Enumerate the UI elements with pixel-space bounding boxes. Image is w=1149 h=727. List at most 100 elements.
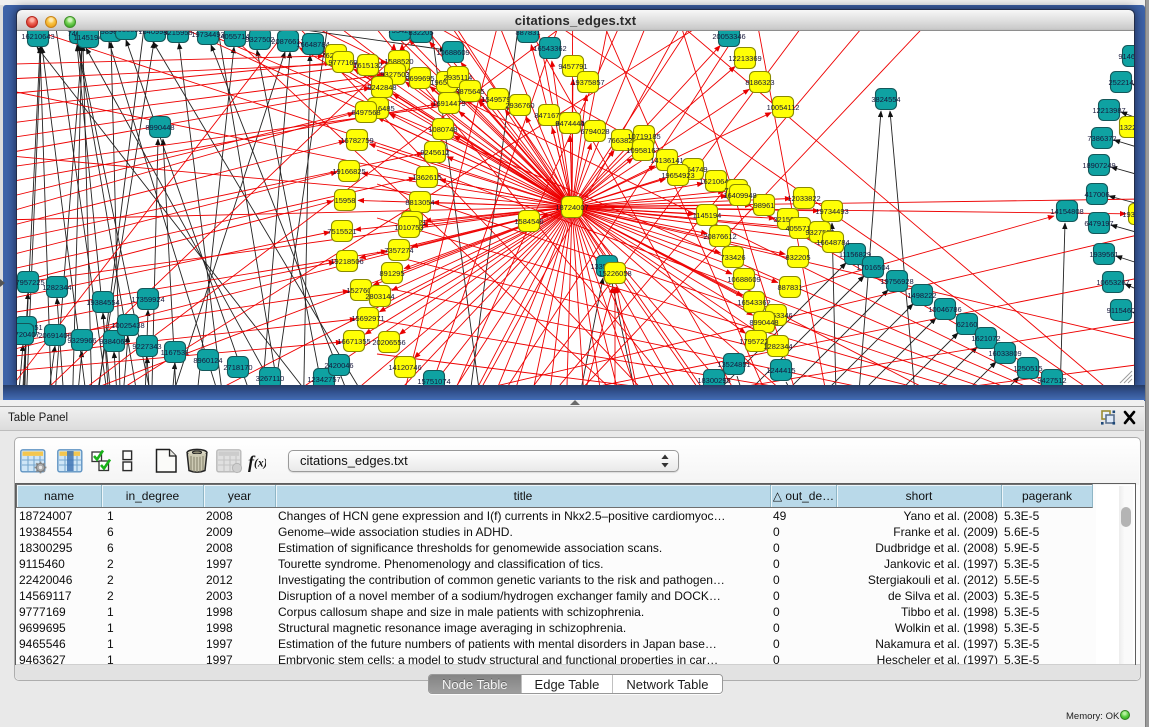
svg-text:9384067: 9384067 bbox=[99, 337, 128, 346]
svg-text:8186323: 8186323 bbox=[745, 78, 774, 87]
svg-text:19384554: 19384554 bbox=[1122, 210, 1134, 219]
svg-text:1282344: 1282344 bbox=[763, 342, 792, 351]
svg-text:7515521: 7515521 bbox=[327, 227, 356, 236]
svg-text:1282344: 1282344 bbox=[42, 283, 71, 292]
svg-text:3215958: 3215958 bbox=[163, 31, 192, 37]
svg-text:12213987: 12213987 bbox=[1092, 106, 1125, 115]
svg-text:16671355: 16671355 bbox=[337, 337, 370, 346]
svg-text:1362615: 1362615 bbox=[412, 173, 441, 182]
svg-text:16543362: 16543362 bbox=[737, 298, 770, 307]
svg-text:10958167: 10958167 bbox=[626, 146, 659, 155]
svg-text:8990448: 8990448 bbox=[749, 318, 778, 327]
svg-text:8960124: 8960124 bbox=[193, 356, 222, 365]
svg-text:9115460: 9115460 bbox=[1107, 306, 1134, 315]
svg-text:15692971: 15692971 bbox=[351, 314, 384, 323]
svg-text:14136141: 14136141 bbox=[650, 156, 683, 165]
svg-text:18300295: 18300295 bbox=[697, 376, 730, 385]
svg-text:7386372: 7386372 bbox=[1087, 134, 1116, 143]
svg-text:19734493: 19734493 bbox=[815, 207, 848, 216]
svg-text:9329966: 9329966 bbox=[67, 336, 96, 345]
svg-text:16210643: 16210643 bbox=[21, 32, 54, 41]
svg-text:17359924: 17359924 bbox=[131, 295, 164, 304]
svg-text:1584546: 1584546 bbox=[514, 217, 543, 226]
svg-text:10025438: 10025438 bbox=[111, 321, 144, 330]
svg-text:12033822: 12033822 bbox=[787, 194, 820, 203]
svg-text:1244415: 1244415 bbox=[766, 366, 795, 375]
svg-text:733426: 733426 bbox=[720, 253, 745, 262]
svg-text:19166825: 19166825 bbox=[332, 167, 365, 176]
svg-text:252214: 252214 bbox=[1108, 78, 1133, 87]
svg-text:832205: 832205 bbox=[785, 253, 810, 262]
svg-text:3875645: 3875645 bbox=[455, 87, 484, 96]
svg-text:9245612: 9245612 bbox=[420, 148, 449, 157]
svg-text:18907249: 18907249 bbox=[1082, 161, 1115, 170]
svg-text:19654923: 19654923 bbox=[661, 171, 694, 180]
svg-text:10046786: 10046786 bbox=[928, 305, 961, 314]
svg-text:7357274: 7357274 bbox=[384, 246, 413, 255]
svg-text:9227343: 9227343 bbox=[132, 342, 161, 351]
svg-text:832205: 832205 bbox=[408, 31, 433, 37]
svg-text:(x): (x) bbox=[254, 458, 266, 470]
svg-text:15226058: 15226058 bbox=[598, 269, 631, 278]
svg-text:1250515: 1250515 bbox=[1013, 364, 1042, 373]
svg-text:20206556: 20206556 bbox=[372, 338, 405, 347]
svg-text:9242848: 9242848 bbox=[367, 83, 396, 92]
svg-text:19375857: 19375857 bbox=[571, 78, 604, 87]
svg-text:887831: 887831 bbox=[515, 31, 540, 37]
svg-text:20876612: 20876612 bbox=[703, 232, 736, 241]
svg-text:10688609: 10688609 bbox=[727, 275, 760, 284]
svg-text:10653267: 10653267 bbox=[1096, 278, 1129, 287]
svg-text:19756928: 19756928 bbox=[880, 277, 913, 286]
svg-text:6794028: 6794028 bbox=[580, 127, 609, 136]
svg-text:2420046: 2420046 bbox=[324, 361, 353, 370]
svg-text:19218506: 19218506 bbox=[330, 257, 363, 266]
svg-text:16543362: 16543362 bbox=[533, 44, 566, 53]
svg-text:16914479: 16914479 bbox=[432, 99, 465, 108]
svg-text:17957225: 17957225 bbox=[17, 278, 45, 287]
svg-text:9457791: 9457791 bbox=[558, 62, 587, 71]
svg-text:16409948: 16409948 bbox=[723, 191, 756, 200]
svg-text:10688609: 10688609 bbox=[436, 48, 469, 57]
svg-text:20053346: 20053346 bbox=[712, 32, 745, 41]
svg-text:62160: 62160 bbox=[957, 320, 978, 329]
svg-text:16648784: 16648784 bbox=[816, 238, 849, 247]
svg-text:3824554: 3824554 bbox=[871, 95, 900, 104]
svg-text:15720407: 15720407 bbox=[17, 330, 40, 339]
svg-text:16033809: 16033809 bbox=[988, 349, 1021, 358]
svg-text:2718170: 2718170 bbox=[223, 363, 252, 372]
svg-text:8990448: 8990448 bbox=[145, 123, 174, 132]
svg-text:13524851: 13524851 bbox=[717, 360, 750, 369]
svg-text:19384554: 19384554 bbox=[86, 298, 119, 307]
svg-text:1010753: 1010753 bbox=[394, 223, 423, 232]
svg-text:1615132: 1615132 bbox=[353, 61, 382, 70]
svg-text:13220: 13220 bbox=[1120, 123, 1134, 132]
svg-text:891295: 891295 bbox=[379, 269, 404, 278]
svg-text:2936760: 2936760 bbox=[505, 101, 534, 110]
svg-text:887831: 887831 bbox=[777, 283, 802, 292]
svg-text:6497568: 6497568 bbox=[351, 108, 380, 117]
svg-text:9327502: 9327502 bbox=[245, 35, 274, 44]
svg-text:1145194: 1145194 bbox=[74, 33, 103, 42]
svg-text:1167531: 1167531 bbox=[161, 348, 190, 357]
svg-text:14154808: 14154808 bbox=[1050, 207, 1083, 216]
svg-text:12342757: 12342757 bbox=[307, 375, 340, 384]
svg-text:14120746: 14120746 bbox=[388, 363, 421, 372]
svg-text:1621072: 1621072 bbox=[971, 334, 1000, 343]
svg-text:1498222: 1498222 bbox=[907, 291, 936, 300]
svg-text:15958: 15958 bbox=[335, 196, 356, 205]
svg-text:12213369: 12213369 bbox=[728, 54, 761, 63]
svg-text:9146821: 9146821 bbox=[1118, 52, 1134, 61]
svg-text:6479197: 6479197 bbox=[1084, 219, 1113, 228]
svg-text:1939561: 1939561 bbox=[1089, 250, 1118, 259]
svg-text:18724007: 18724007 bbox=[555, 203, 588, 212]
svg-text:1145194: 1145194 bbox=[693, 211, 722, 220]
svg-text:417006: 417006 bbox=[1084, 190, 1109, 199]
svg-text:9427512: 9427512 bbox=[1037, 376, 1066, 385]
svg-text:98961: 98961 bbox=[754, 201, 775, 210]
svg-text:1080748: 1080748 bbox=[428, 125, 457, 134]
svg-text:15751074: 15751074 bbox=[417, 377, 450, 385]
svg-text:8813054: 8813054 bbox=[405, 198, 434, 207]
svg-text:3267110: 3267110 bbox=[256, 374, 285, 383]
svg-text:16782759: 16782759 bbox=[340, 136, 373, 145]
svg-text:17016504: 17016504 bbox=[856, 263, 889, 272]
